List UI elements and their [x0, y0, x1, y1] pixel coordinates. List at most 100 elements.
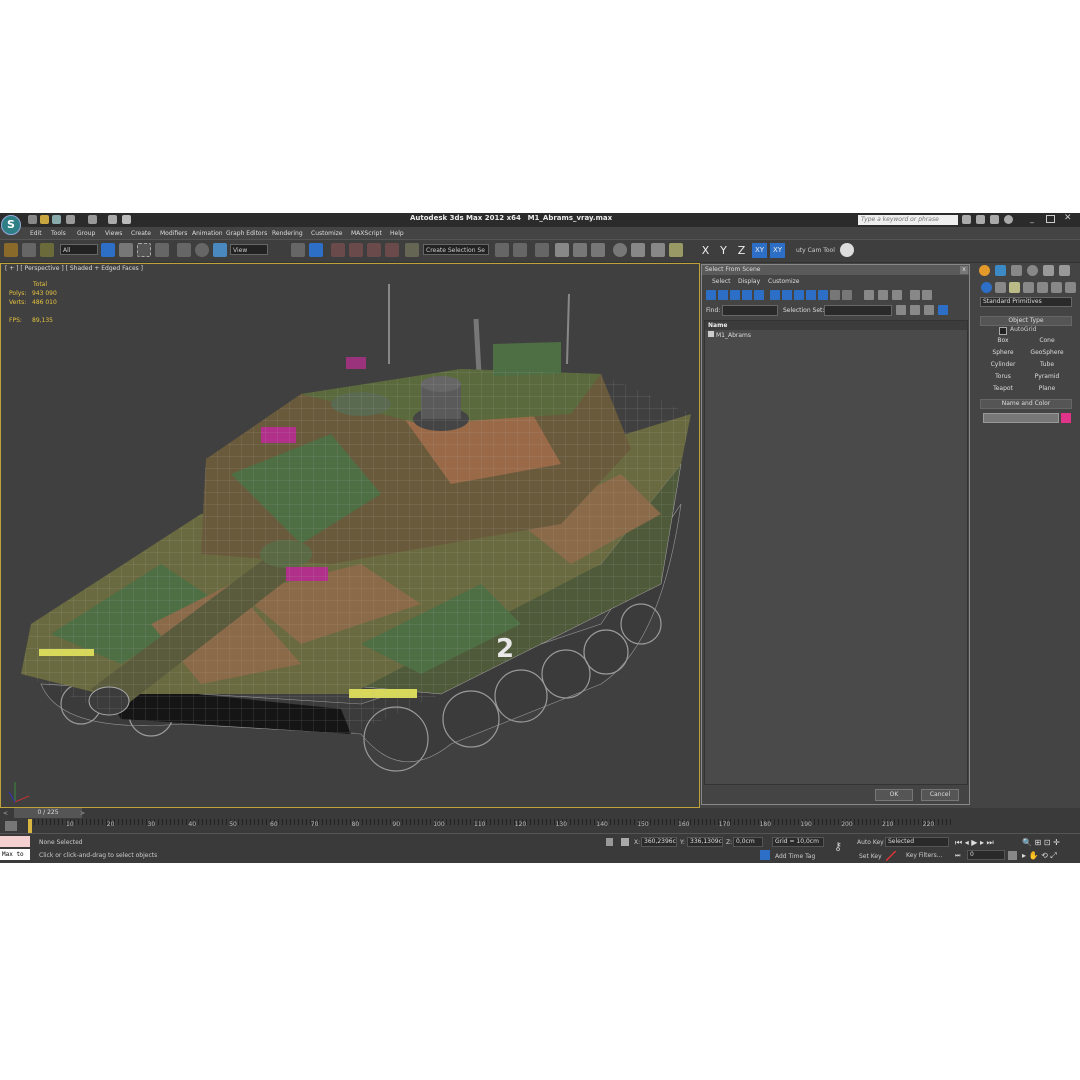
help-icon[interactable]	[1004, 215, 1013, 224]
filter-options-icon[interactable]	[922, 290, 932, 300]
undo-icon[interactable]	[66, 215, 75, 224]
snaps-toggle-icon[interactable]	[331, 243, 345, 257]
schematic-view-icon[interactable]	[591, 243, 605, 257]
menu-help[interactable]: Help	[390, 230, 404, 237]
plane-button[interactable]: Plane	[1027, 384, 1067, 394]
frame-counter[interactable]: 0 / 225	[14, 808, 82, 818]
list-column-name[interactable]: Name	[705, 321, 967, 330]
app-logo-icon[interactable]: S	[1, 215, 21, 235]
time-config-icon[interactable]	[1008, 851, 1017, 860]
curve-editor-icon[interactable]	[573, 243, 587, 257]
redo-icon[interactable]	[88, 215, 97, 224]
search-icon[interactable]	[962, 215, 971, 224]
axis-y-button[interactable]: Y	[716, 243, 731, 258]
systems-icon[interactable]	[1065, 282, 1076, 293]
cam-tool-label[interactable]: uty Cam Tool	[796, 247, 835, 254]
minimize-icon[interactable]: _	[1030, 214, 1034, 223]
menu-edit[interactable]: Edit	[30, 230, 42, 237]
shapes-icon[interactable]	[995, 282, 1006, 293]
menu-maxscript[interactable]: MAXScript	[351, 230, 382, 237]
close-icon[interactable]: ✕	[1064, 213, 1072, 223]
use-pivot-center-icon[interactable]	[291, 243, 305, 257]
selection-filter-dropdown[interactable]: All	[60, 244, 98, 255]
new-file-icon[interactable]	[28, 215, 37, 224]
dialog-menu-customize[interactable]: Customize	[768, 278, 800, 285]
helpers-icon[interactable]	[1037, 282, 1048, 293]
select-by-name-icon[interactable]	[119, 243, 133, 257]
spinner-snap-icon[interactable]	[385, 243, 399, 257]
filter-icon[interactable]	[910, 290, 920, 300]
display-containers-icon[interactable]	[818, 290, 828, 300]
cam-tool-icon[interactable]	[840, 243, 854, 257]
motion-tab-icon[interactable]	[1027, 265, 1038, 276]
next-frame-icon[interactable]: >	[80, 810, 85, 817]
dialog-menu-select[interactable]: Select	[712, 278, 731, 285]
ok-button[interactable]: OK	[875, 789, 913, 801]
save-file-icon[interactable]	[52, 215, 61, 224]
axis-xy-alt-button[interactable]: XY	[770, 243, 785, 258]
menu-customize[interactable]: Customize	[311, 230, 343, 237]
menu-views[interactable]: Views	[105, 230, 122, 237]
set-key-icon[interactable]: ⚷	[834, 840, 848, 854]
menu-group[interactable]: Group	[77, 230, 95, 237]
maxscript-listener-input[interactable]: Max to	[0, 849, 30, 860]
unlink-icon[interactable]	[22, 243, 36, 257]
named-selection-dropdown[interactable]: Create Selection Se	[423, 244, 489, 255]
percent-snap-icon[interactable]	[367, 243, 381, 257]
track-bar[interactable]	[0, 819, 1080, 833]
project-folder-icon[interactable]	[122, 215, 131, 224]
modify-tab-icon[interactable]	[995, 265, 1006, 276]
communication-center-icon[interactable]	[976, 215, 985, 224]
perspective-viewport[interactable]: [ + ] [ Perspective ] [ Shaded + Edged F…	[0, 263, 700, 808]
key-mode-toggle-icon[interactable]: ⏭	[955, 852, 960, 860]
window-crossing-icon[interactable]	[155, 243, 169, 257]
cylinder-button[interactable]: Cylinder	[983, 360, 1023, 370]
current-frame-field[interactable]: 0	[967, 850, 1005, 860]
geosphere-button[interactable]: GeoSphere	[1027, 348, 1067, 358]
display-cameras-icon[interactable]	[742, 290, 752, 300]
select-and-scale-icon[interactable]	[213, 243, 227, 257]
rendered-frame-window-icon[interactable]	[651, 243, 665, 257]
hold-icon[interactable]	[108, 215, 117, 224]
bind-space-warp-icon[interactable]	[40, 243, 54, 257]
geometry-icon[interactable]	[981, 282, 992, 293]
display-geometry-icon[interactable]	[706, 290, 716, 300]
selection-set-dropdown[interactable]	[824, 305, 892, 316]
utilities-tab-icon[interactable]	[1059, 265, 1070, 276]
orbit-pan-controls[interactable]: ▸ ✋ ⟲ ⤢	[1022, 851, 1057, 861]
scene-object-list[interactable]: Name M1_Abrams	[704, 320, 968, 785]
graphite-tools-icon[interactable]	[555, 243, 569, 257]
select-and-move-icon[interactable]	[177, 243, 191, 257]
search-input[interactable]: Type a keyword or phrase	[858, 215, 958, 225]
material-editor-icon[interactable]	[613, 243, 627, 257]
display-bones-icon[interactable]	[806, 290, 816, 300]
menu-tools[interactable]: Tools	[51, 230, 66, 237]
lights-icon[interactable]	[1009, 282, 1020, 293]
object-type-rollout[interactable]: Object Type	[980, 316, 1072, 326]
torus-button[interactable]: Torus	[983, 372, 1023, 382]
y-coord-field[interactable]: 336,1309c	[687, 837, 723, 847]
menu-rendering[interactable]: Rendering	[272, 230, 303, 237]
display-all-icon[interactable]	[864, 290, 874, 300]
space-warps-icon[interactable]	[1051, 282, 1062, 293]
maximize-icon[interactable]	[1046, 215, 1055, 223]
display-tab-icon[interactable]	[1043, 265, 1054, 276]
pyramid-button[interactable]: Pyramid	[1027, 372, 1067, 382]
lock-selection-icon[interactable]	[606, 838, 613, 846]
prev-frame-icon[interactable]: <	[3, 810, 8, 817]
angle-snap-icon[interactable]	[349, 243, 363, 257]
display-frozen-icon[interactable]	[830, 290, 840, 300]
create-tab-icon[interactable]	[979, 265, 990, 276]
align-icon[interactable]	[513, 243, 527, 257]
display-shapes-icon[interactable]	[718, 290, 728, 300]
menu-create[interactable]: Create	[131, 230, 151, 237]
mirror-icon[interactable]	[495, 243, 509, 257]
favorites-icon[interactable]	[990, 215, 999, 224]
auto-key-button[interactable]: Auto Key	[857, 839, 884, 846]
name-and-color-rollout[interactable]: Name and Color	[980, 399, 1072, 409]
playback-controls[interactable]: ⏮ ◂ ▶ ▸ ⏭	[955, 838, 994, 848]
hierarchy-tab-icon[interactable]	[1011, 265, 1022, 276]
cancel-button[interactable]: Cancel	[921, 789, 959, 801]
x-coord-field[interactable]: 360,2396c	[641, 837, 677, 847]
primitive-category-dropdown[interactable]: Standard Primitives	[980, 297, 1072, 307]
